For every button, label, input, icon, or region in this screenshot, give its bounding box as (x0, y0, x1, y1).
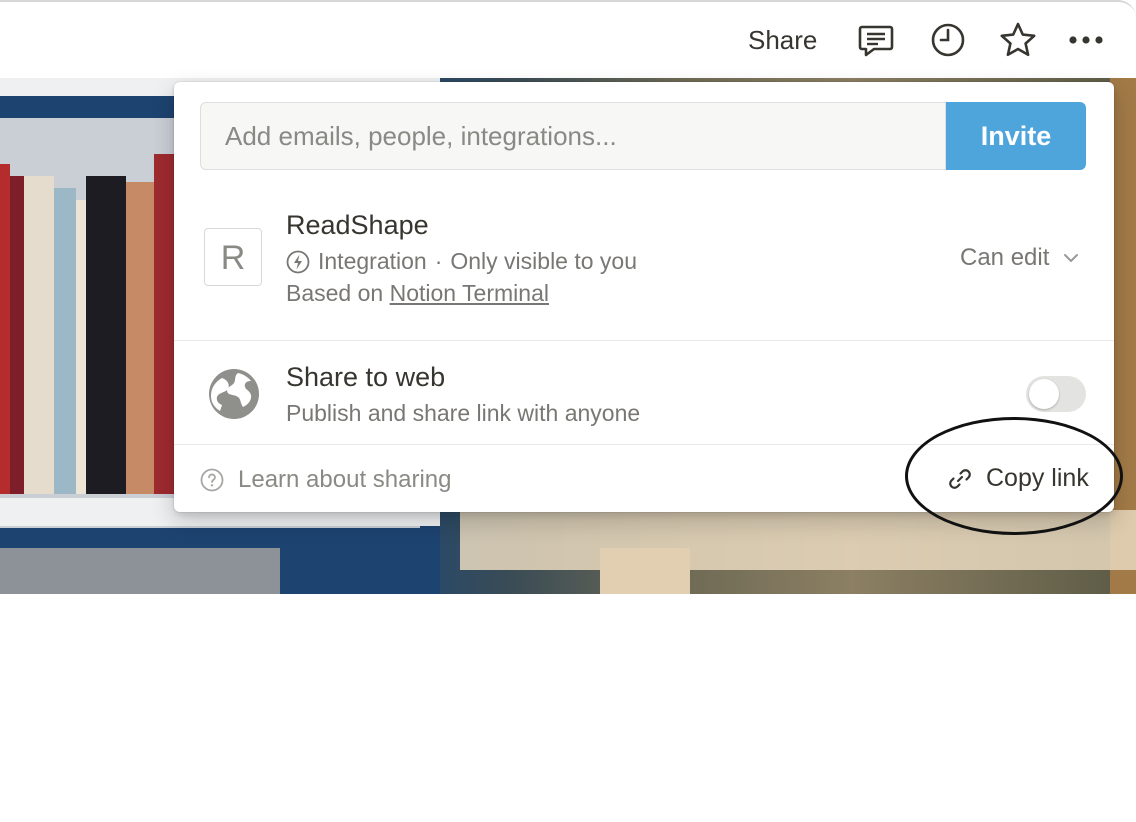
help-icon (200, 468, 224, 492)
popover-footer: Learn about sharing Copy link (174, 446, 1114, 512)
based-on-link[interactable]: Notion Terminal (390, 280, 549, 306)
star-icon[interactable] (998, 20, 1038, 60)
share-button[interactable]: Share (748, 24, 817, 56)
member-visibility: Only visible to you (450, 248, 638, 274)
invite-button[interactable]: Invite (946, 102, 1086, 170)
chevron-down-icon (1064, 254, 1079, 262)
share-to-web-row: Share to web Publish and share link with… (174, 342, 1114, 446)
invite-row: Invite (200, 102, 1086, 170)
share-to-web-toggle[interactable] (1026, 376, 1086, 412)
copy-link-button[interactable]: Copy link (946, 464, 1089, 493)
member-separator: · (434, 248, 443, 274)
avatar: R (204, 228, 262, 286)
member-type: Integration (318, 248, 427, 274)
permission-dropdown[interactable]: Can edit (960, 244, 1081, 272)
share-popover: Invite R ReadShape Integration · Only vi… (174, 82, 1114, 512)
globe-icon (209, 369, 259, 419)
comment-icon[interactable] (856, 20, 896, 60)
member-based-on: Based on Notion Terminal (286, 280, 549, 307)
toggle-knob (1029, 379, 1059, 409)
share-to-web-title: Share to web (286, 362, 446, 392)
share-to-web-subtitle: Publish and share link with anyone (286, 400, 641, 426)
invite-input[interactable] (200, 102, 946, 170)
integration-bolt-icon (286, 250, 310, 273)
permission-label: Can edit (960, 244, 1050, 271)
member-name: ReadShape (286, 210, 429, 240)
top-bar: Share (0, 0, 1136, 78)
member-row: R ReadShape Integration · Only visible t… (174, 190, 1114, 340)
based-on-prefix: Based on (286, 280, 384, 306)
copy-link-label: Copy link (986, 464, 1089, 492)
divider (174, 444, 1114, 445)
member-subtitle: Integration · Only visible to you (286, 248, 637, 275)
history-icon[interactable] (928, 20, 968, 60)
more-icon[interactable] (1066, 20, 1106, 60)
learn-about-sharing-label: Learn about sharing (238, 466, 452, 493)
learn-about-sharing-link[interactable]: Learn about sharing (200, 466, 452, 494)
link-icon (949, 468, 971, 489)
divider (174, 340, 1114, 341)
